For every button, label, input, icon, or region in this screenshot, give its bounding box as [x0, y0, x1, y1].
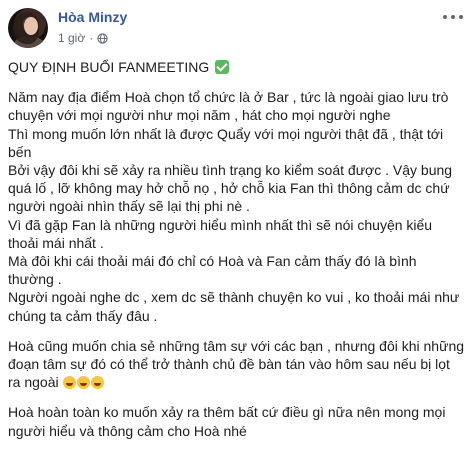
post-line: Bởi vậy đôi khi sẽ xảy ra nhiều tình trạ…: [8, 162, 453, 215]
grinning-squint-face-icon: [63, 376, 77, 390]
post-title: QUY ĐỊNH BUỔI FANMEETING: [8, 59, 210, 75]
check-icon: [215, 60, 230, 74]
author-name[interactable]: Hòa Minzy: [58, 9, 127, 25]
avatar[interactable]: [8, 8, 48, 48]
more-icon[interactable]: [443, 10, 463, 24]
post-line: Thì mong muốn lớn nhất là được Quẩy với …: [8, 125, 444, 160]
meta-separator: ·: [89, 31, 94, 45]
post-line: Năm nay địa điểm Hoà chọn tổ chức là ở B…: [8, 89, 449, 124]
post-line: Hoà cũng muốn chia sẻ những tâm sự với c…: [8, 337, 465, 391]
globe-icon: [97, 32, 108, 44]
post-paragraph-2: Hoà cũng muốn chia sẻ những tâm sự với c…: [8, 337, 466, 392]
grinning-squint-face-icon: [77, 376, 91, 390]
post-paragraph-3: Hoà hoàn toàn ko muốn xảy ra thêm bất cứ…: [8, 403, 466, 439]
post-line: Mà đôi khi cái thoải mái đó chỉ có Hoà v…: [8, 253, 417, 288]
post-line: Người ngoài nghe dc , xem dc sẽ thành ch…: [8, 289, 460, 324]
post-body: QUY ĐỊNH BUỔI FANMEETING Năm nay địa điể…: [8, 58, 466, 452]
post-meta: 1 giờ ·: [58, 31, 108, 45]
grinning-squint-face-icon: [91, 376, 105, 390]
post-paragraph-1: Năm nay địa điểm Hoà chọn tổ chức là ở B…: [8, 88, 466, 325]
post-time[interactable]: 1 giờ: [58, 31, 85, 45]
post-title-line: QUY ĐỊNH BUỔI FANMEETING: [8, 58, 466, 76]
post-line: Vì đã gặp Fan là những người hiểu mình n…: [8, 216, 433, 251]
post-header: Hòa Minzy 1 giờ ·: [0, 0, 473, 56]
post-line: Hoà hoàn toàn ko muốn xảy ra thêm bất cứ…: [8, 404, 446, 439]
